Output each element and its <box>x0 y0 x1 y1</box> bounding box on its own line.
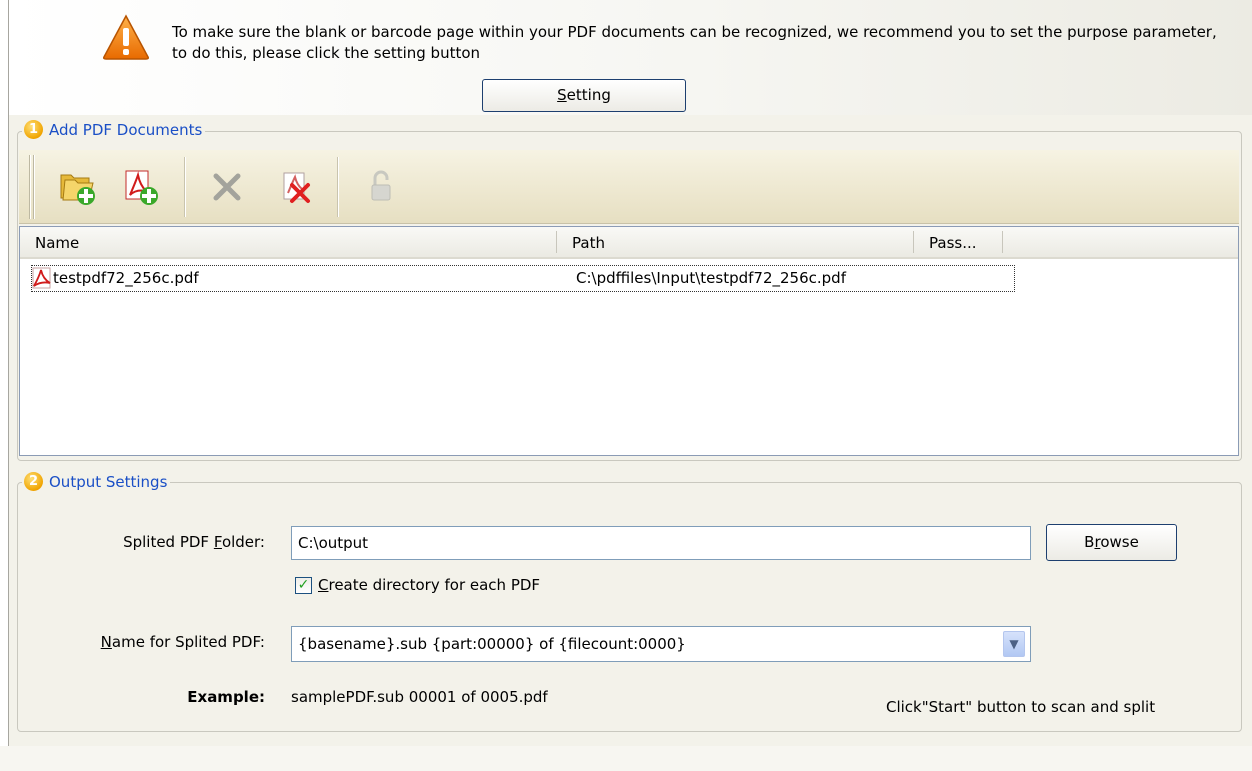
remove-all-button[interactable] <box>271 162 321 212</box>
warning-icon <box>103 14 149 60</box>
browse-button[interactable]: Browse <box>1046 524 1177 561</box>
add-documents-title: 1 Add PDF Documents <box>22 120 206 139</box>
toolbar-separator <box>184 157 186 217</box>
documents-toolbar <box>19 150 1239 224</box>
pdf-file-icon <box>32 267 51 289</box>
step-2-badge: 2 <box>24 472 43 491</box>
window-bottom-area <box>0 746 1252 771</box>
banner-message: To make sure the blank or barcode page w… <box>172 23 1217 62</box>
toolbar-grip <box>29 155 31 219</box>
documents-list[interactable]: Name Path Pass... testpdf72_256c.pdf C:\… <box>19 226 1239 456</box>
add-pdf-icon <box>125 170 158 205</box>
chevron-down-icon[interactable]: ▼ <box>1003 631 1025 657</box>
folder-label: Splited PDF Folder: <box>123 533 265 551</box>
window-left-edge <box>0 0 9 771</box>
name-label: Name for Splited PDF: <box>100 633 265 651</box>
step-1-badge: 1 <box>24 120 43 139</box>
add-pdf-button[interactable] <box>115 162 165 212</box>
example-value: samplePDF.sub 00001 of 0005.pdf <box>291 688 548 706</box>
list-item[interactable]: testpdf72_256c.pdf C:\pdffiles\Input\tes… <box>31 265 1015 292</box>
unlock-icon <box>371 170 391 201</box>
add-folder-icon <box>60 174 95 205</box>
toolbar-separator <box>337 157 339 217</box>
output-folder-input[interactable]: C:\output <box>291 526 1031 560</box>
example-label: Example: <box>187 688 265 706</box>
remove-all-icon <box>283 172 310 203</box>
file-path: C:\pdffiles\Input\testpdf72_256c.pdf <box>576 269 846 287</box>
remove-button[interactable] <box>202 162 252 212</box>
column-header-path[interactable]: Path <box>557 227 914 257</box>
unlock-button[interactable] <box>356 162 406 212</box>
create-directory-checkbox[interactable]: ✓ <box>295 577 312 594</box>
start-hint: Click"Start" button to scan and split <box>886 698 1156 716</box>
file-name: testpdf72_256c.pdf <box>53 269 199 287</box>
output-settings-label: Output Settings <box>49 472 168 491</box>
add-folder-button[interactable] <box>52 162 102 212</box>
add-documents-label: Add PDF Documents <box>49 120 203 139</box>
remove-icon <box>213 173 241 201</box>
create-directory-label[interactable]: Create directory for each PDF <box>318 576 540 594</box>
column-header-name[interactable]: Name <box>20 227 557 257</box>
column-header-password[interactable]: Pass... <box>914 227 1003 257</box>
name-pattern-combo[interactable]: {basename}.sub {part:00000} of {filecoun… <box>291 626 1031 662</box>
output-settings-title: 2 Output Settings <box>22 472 171 491</box>
toolbar-grip <box>33 155 35 219</box>
setting-button[interactable]: Setting <box>482 79 686 112</box>
list-header: Name Path Pass... <box>20 227 1238 259</box>
